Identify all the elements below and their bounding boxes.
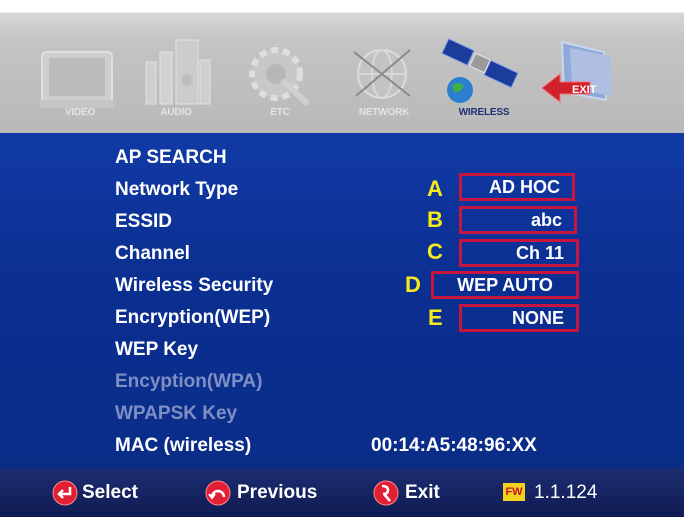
- hint-exit[interactable]: Exit: [373, 478, 463, 508]
- wireless-security-label[interactable]: Wireless Security: [115, 275, 273, 297]
- bottom-hint-bar: Select Previous Exit FW 1.1.124: [0, 468, 684, 517]
- mac-value: 00:14:A5:48:96:XX: [371, 435, 537, 456]
- top-menu-bar: VIDEO AUDIO ETC NETWORK WIRELESS EXIT: [0, 0, 684, 133]
- network-type-value[interactable]: AD HOC: [459, 173, 575, 201]
- menu-item-etc[interactable]: ETC: [232, 30, 328, 126]
- encryption-wep-label[interactable]: Encryption(WEP): [115, 307, 270, 329]
- satellite-icon: [441, 38, 519, 103]
- fw-version-label: 1.1.124: [534, 482, 598, 503]
- essid-value[interactable]: abc: [459, 206, 577, 234]
- hint-select-label: Select: [82, 482, 138, 503]
- hint-select[interactable]: Select: [52, 478, 162, 508]
- wireless-security-value[interactable]: WEP AUTO: [431, 271, 579, 299]
- mac-label: MAC (wireless): [115, 435, 252, 456]
- essid-label[interactable]: ESSID: [115, 211, 172, 233]
- marker-b: B: [427, 207, 443, 232]
- network-globe-icon: [353, 49, 411, 99]
- menu-label-etc: ETC: [270, 107, 290, 118]
- marker-e: E: [428, 305, 443, 330]
- channel-label[interactable]: Channel: [115, 243, 190, 265]
- channel-value[interactable]: Ch 11: [459, 239, 579, 267]
- wireless-settings-panel: AP SEARCH Network Type A AD HOC ESSID B …: [0, 133, 684, 468]
- exit-folder-icon: EXIT: [541, 40, 612, 104]
- firmware-version: FW 1.1.124: [503, 478, 623, 508]
- marker-d: D: [405, 272, 421, 297]
- menu-label-audio: AUDIO: [160, 107, 192, 118]
- hint-previous[interactable]: Previous: [205, 478, 345, 508]
- speaker-icon: [145, 39, 211, 105]
- wep-key-label[interactable]: WEP Key: [115, 339, 198, 361]
- menu-label-wireless: WIRELESS: [458, 107, 510, 118]
- settings-screen: VIDEO AUDIO ETC NETWORK WIRELESS EXIT AP…: [0, 0, 684, 517]
- hint-exit-label: Exit: [405, 482, 440, 503]
- encryption-wpa-label: Encyption(WPA): [115, 371, 263, 392]
- hint-previous-label: Previous: [237, 482, 318, 503]
- enter-icon: [52, 480, 78, 506]
- wpapsk-key-label: WPAPSK Key: [115, 403, 238, 424]
- menu-item-audio[interactable]: AUDIO: [128, 30, 224, 126]
- menu-label-network: NETWORK: [358, 107, 410, 118]
- exit-key-icon: [373, 480, 399, 506]
- svg-text:EXIT: EXIT: [572, 84, 597, 96]
- network-type-label[interactable]: Network Type: [115, 179, 238, 201]
- menu-item-video[interactable]: VIDEO: [32, 30, 128, 126]
- tv-icon: [40, 51, 114, 108]
- marker-c: C: [427, 239, 443, 264]
- marker-a: A: [427, 176, 443, 201]
- return-arrow-icon: [205, 480, 231, 506]
- menu-item-exit[interactable]: EXIT: [534, 30, 630, 126]
- menu-item-network[interactable]: NETWORK: [336, 30, 432, 126]
- menu-item-wireless[interactable]: WIRELESS: [436, 30, 532, 126]
- encryption-wep-value[interactable]: NONE: [459, 304, 579, 332]
- ap-search-item[interactable]: AP SEARCH: [115, 147, 227, 169]
- fw-badge: FW: [503, 483, 525, 501]
- gear-icon: [249, 47, 309, 105]
- menu-label-video: VIDEO: [64, 107, 96, 118]
